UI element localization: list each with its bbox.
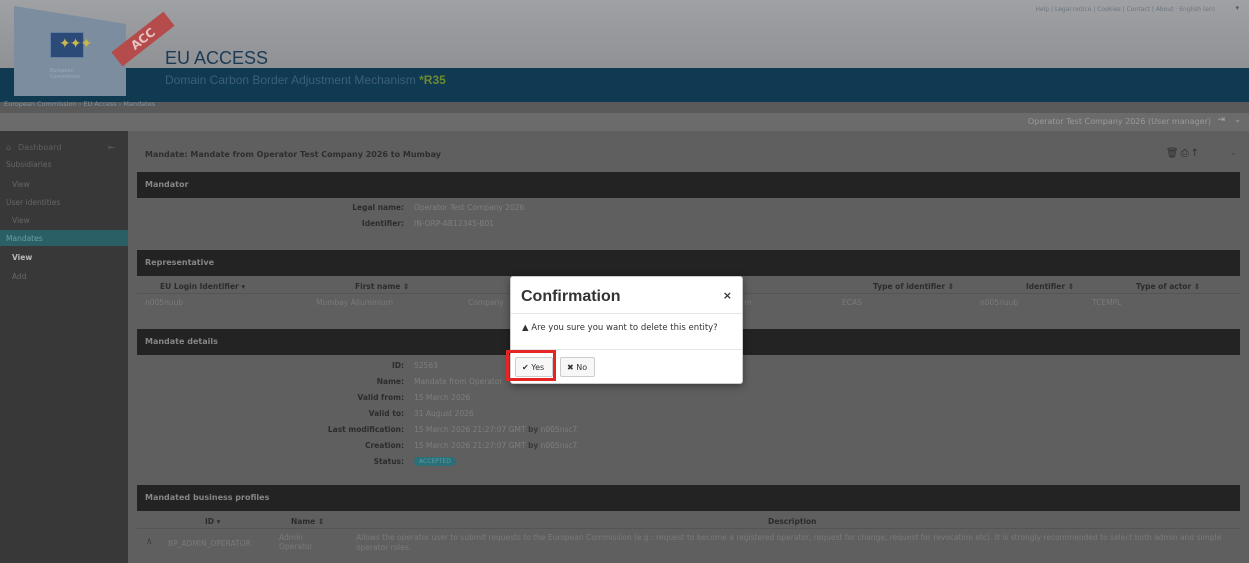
release-tag: *R35 <box>419 73 446 87</box>
detail-value-last-modification: 15 March 2026 21:27:07 GMT by n005nsc7 <box>414 425 577 434</box>
no-button[interactable]: ✖ No <box>560 357 595 377</box>
last-modification-by: by <box>527 425 539 434</box>
panel-chevron-icon[interactable]: ⌄ <box>1229 148 1237 158</box>
expand-chevron-icon[interactable]: ∧ <box>146 537 153 547</box>
legal-name-label: Legal name: <box>352 203 404 212</box>
top-dropdown-icon[interactable]: ▾ <box>1235 4 1239 12</box>
trash-icon[interactable]: 🗑 <box>1166 148 1181 159</box>
section-title-representative: Representative <box>145 258 214 267</box>
last-modification-user: n005nsc7 <box>540 425 578 434</box>
col-eu-login[interactable]: EU Login Identifier ▾ <box>160 282 245 291</box>
detail-value-name: Mandate from Operator <box>414 377 503 386</box>
detail-label-last-modification: Last modification: <box>327 425 404 434</box>
detail-value-valid-from: 15 March 2026 <box>414 393 471 402</box>
detail-value-valid-to: 31 August 2026 <box>414 409 474 418</box>
sidebar-home-label: Dashboard <box>18 143 62 152</box>
rep-identifier: n005nuub <box>980 298 1019 307</box>
rep-first-name: Mumbay Alluminium <box>316 298 394 307</box>
app-subtitle-text: Domain Carbon Border Adjustment Mechanis… <box>165 73 416 87</box>
col-type-identifier[interactable]: Type of identifier ⇕ <box>873 282 954 291</box>
identifier-value: IN-ORP-AB12345-B01 <box>414 219 495 228</box>
close-icon[interactable]: × <box>723 289 732 302</box>
app-subtitle: Domain Carbon Border Adjustment Mechanis… <box>165 73 446 87</box>
profile-description: Allows the operator user to submit reque… <box>356 533 1222 552</box>
home-icon: ⌂ <box>6 143 12 152</box>
status-badge: ACCEPTED <box>414 457 456 466</box>
col-profile-name[interactable]: Name ⇕ <box>291 517 324 526</box>
dialog-message: ▲ Are you sure you want to delete this e… <box>522 323 718 333</box>
sidebar-item-mandates[interactable]: Mandates <box>0 230 128 246</box>
dialog-title: Confirmation <box>521 288 621 305</box>
rep-type-identifier: ECAS <box>842 298 862 307</box>
col-profile-id[interactable]: ID ▾ <box>205 517 220 526</box>
section-title-profiles: Mandated business profiles <box>145 493 270 502</box>
header-crumb-bar <box>0 95 1249 102</box>
rep-company: Company <box>468 298 504 307</box>
section-header-mandator: Mandator <box>137 172 1240 198</box>
top-links[interactable]: Help | Legal notice | Cookies | Contact … <box>1035 6 1215 13</box>
identifier-label: Identifier: <box>361 219 404 228</box>
profile-id: BP_ADMIN_OPERATOR <box>168 539 251 548</box>
creation-by: by <box>527 441 539 450</box>
section-header-profiles: Mandated business profiles <box>137 485 1240 511</box>
detail-label-id: ID: <box>391 361 404 370</box>
print-icon[interactable]: ⎙ <box>1181 148 1191 159</box>
dialog-divider <box>511 313 742 314</box>
logo-caption: European Commission <box>50 68 81 80</box>
detail-value-status: ACCEPTED <box>414 456 456 466</box>
detail-label-creation: Creation: <box>365 441 404 450</box>
user-label[interactable]: Operator Test Company 2026 (User manager… <box>1028 117 1211 126</box>
detail-value-creation: 15 March 2026 21:27:07 GMT by n005nsc7 <box>414 441 577 450</box>
rep-partial: m <box>744 298 752 307</box>
arrow-up-icon[interactable]: ↑ <box>1191 148 1201 159</box>
page-title: Mandate: Mandate from Operator Test Comp… <box>145 150 441 159</box>
warning-icon: ▲ <box>522 323 529 333</box>
detail-label-name: Name: <box>376 377 404 386</box>
last-modification-date: 15 March 2026 21:27:07 GMT <box>414 425 526 434</box>
detail-value-id: 52563 <box>414 361 438 370</box>
sidebar-item-subsidiaries[interactable]: Subsidiaries <box>0 156 128 172</box>
app-header: ✦✦✦ European Commission ACC EU ACCESS Do… <box>0 0 1249 102</box>
logout-icon[interactable]: ⇥ <box>1217 115 1225 125</box>
detail-label-valid-from: Valid from: <box>357 393 404 402</box>
sidebar-collapse-icon[interactable]: ⇤ <box>108 143 115 152</box>
legal-name-value: Operator Test Company 2026 <box>414 203 525 212</box>
creation-date: 15 March 2026 21:27:07 GMT <box>414 441 526 450</box>
no-button-label: No <box>576 363 588 372</box>
sidebar-item-user-identities[interactable]: User identities <box>0 194 128 210</box>
detail-label-valid-to: Valid to: <box>368 409 404 418</box>
profile-name: Admin Operator <box>279 533 313 551</box>
app-title: EU ACCESS <box>165 48 269 68</box>
col-first-name[interactable]: First name ⇕ <box>355 282 409 291</box>
creation-user: n005nsc7 <box>540 441 578 450</box>
times-icon: ✖ <box>567 363 574 372</box>
page-actions: 🗑⎙↑ <box>1166 148 1201 159</box>
sidebar-item-mandates-view[interactable]: View <box>0 249 128 265</box>
section-header-representative: Representative <box>137 250 1240 276</box>
sidebar-item-user-identities-view[interactable]: View <box>0 212 128 228</box>
rep-login: n005nuub <box>145 298 184 307</box>
dialog-message-text: Are you sure you want to delete this ent… <box>531 323 718 333</box>
col-profile-description: Description <box>768 517 817 526</box>
section-title-mandator: Mandator <box>145 180 189 189</box>
rep-type-actor: TCEMPL <box>1092 298 1122 307</box>
sidebar-item-subsidiaries-view[interactable]: View <box>0 176 128 192</box>
sidebar-item-mandates-add[interactable]: Add <box>0 268 128 284</box>
section-title-mandate-details: Mandate details <box>145 337 218 346</box>
eu-stars-icon: ✦✦✦ <box>59 36 92 52</box>
breadcrumb[interactable]: European Commission › EU Access › Mandat… <box>4 100 155 108</box>
table-divider <box>137 528 1240 529</box>
col-identifier[interactable]: Identifier ⇕ <box>1026 282 1074 291</box>
yes-button-highlight <box>506 350 556 381</box>
detail-label-status: Status: <box>373 457 404 466</box>
user-menu-chevron-icon[interactable]: ⌄ <box>1234 115 1241 124</box>
col-type-actor[interactable]: Type of actor ⇕ <box>1136 282 1200 291</box>
sidebar-home[interactable]: ⌂ Dashboard ⇤ <box>0 140 128 156</box>
